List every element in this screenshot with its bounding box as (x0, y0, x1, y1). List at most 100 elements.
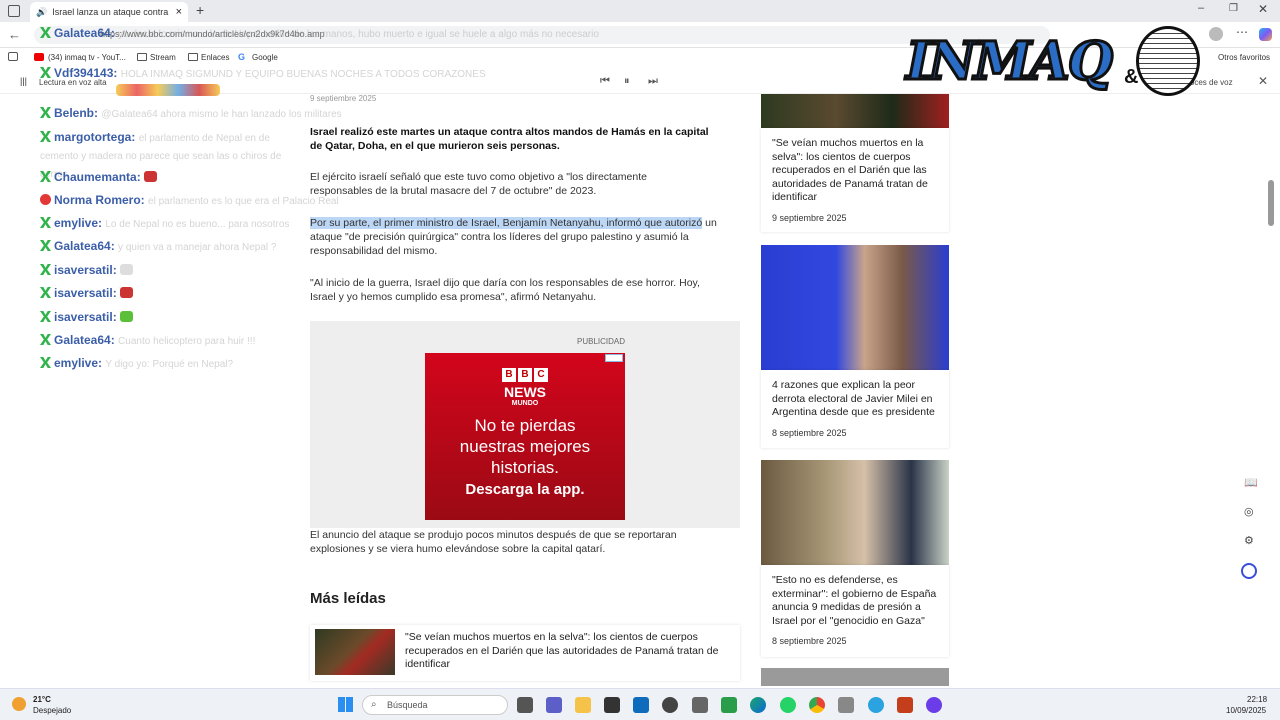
chat-message: isaversatil: (40, 263, 133, 277)
maximize-icon[interactable]: ❐ (1229, 3, 1238, 14)
chat-message: Belenb: @Galatea64 ahora mismo le han la… (40, 106, 342, 120)
close-tab-icon[interactable]: × (176, 6, 182, 18)
more-menu-icon[interactable]: ⋯ (1236, 25, 1248, 39)
app-icon[interactable] (926, 697, 942, 713)
windows-taskbar: 21°C Despejado ⌕ Búsqueda 22:18 10/09/20… (0, 688, 1280, 720)
chat-text: Lo de Nepal no es bueno... para nosotros (105, 219, 290, 230)
read-aloud-highlight: Por su parte, el primer ministro de Isra… (310, 217, 703, 229)
minimize-icon[interactable]: – (1198, 2, 1204, 14)
chat-text: el parlamento es lo que era el Palacio R… (148, 196, 339, 207)
reading-view-icon[interactable]: 📖 (1244, 476, 1258, 489)
weather-desc: Despejado (33, 706, 72, 715)
page-scrollbar[interactable] (1268, 180, 1274, 226)
app-icon[interactable] (838, 697, 854, 713)
chat-username: margotortega: (54, 130, 136, 144)
chat-message: Vdf394143: HOLA INMAQ SIGMUND Y EQUIPO B… (40, 66, 486, 80)
store-icon[interactable] (604, 697, 620, 713)
chat-emojis (116, 84, 220, 96)
bbc-logo: BBC (425, 364, 625, 382)
ad-cta: Descarga la app. (465, 481, 585, 498)
bookmark-enlaces[interactable]: Enlaces (201, 53, 229, 62)
outlook-icon[interactable] (633, 697, 649, 713)
emote-icon (143, 171, 157, 182)
edge-icon[interactable] (750, 697, 766, 713)
bookmark-google[interactable]: Google (252, 53, 278, 62)
teams-icon[interactable] (546, 697, 562, 713)
chat-message: Chaumemanta: (40, 170, 157, 184)
sidebar-card[interactable]: "Esto no es defenderse, es exterminar": … (761, 565, 949, 657)
pause-icon[interactable]: ⏸ (624, 75, 630, 88)
most-read-thumbnail (315, 629, 395, 675)
weather-temp[interactable]: 21°C (33, 695, 51, 704)
settings-icon[interactable]: ⚙ (1244, 534, 1254, 547)
bookmark-youtube[interactable]: (34) inmaq tv - YouT... (48, 53, 126, 62)
chat-username: emylive: (54, 356, 103, 370)
chat-message: Norma Romero: el parlamento es lo que er… (40, 193, 339, 207)
sidebar-image-sanchez[interactable] (761, 460, 949, 565)
window-menu-icon[interactable] (8, 5, 20, 17)
read-aloud-icon[interactable]: ||| (20, 76, 27, 86)
bookmark-other[interactable]: Otros favoritos (1218, 53, 1270, 62)
next-icon[interactable]: ⏭ (648, 75, 658, 88)
close-window-icon[interactable]: ✕ (1258, 2, 1268, 16)
browser-tab[interactable]: 🔊 Israel lanza un ataque contra × (30, 2, 188, 22)
bookmark-stream[interactable]: Stream (150, 53, 176, 62)
chat-text: yo decía lo mismo... lo de Nepal se fue … (118, 29, 599, 40)
sidebar-card-title: 4 razones que explican la peor derrota e… (772, 379, 935, 418)
app-icon[interactable] (692, 697, 708, 713)
powerpoint-icon[interactable] (897, 697, 913, 713)
chat-username: Belenb: (54, 106, 99, 120)
most-read-item[interactable]: "Se veían muchos muertos en la selva": l… (310, 625, 740, 681)
profile-avatar[interactable] (1209, 27, 1223, 41)
telegram-icon[interactable] (868, 697, 884, 713)
chat-message: emylive: Lo de Nepal no es bueno... para… (40, 216, 289, 230)
sidebar-card[interactable]: "Se veían muchos muertos en la selva": l… (761, 128, 949, 232)
ad-label: PUBLICIDAD (577, 337, 626, 346)
previous-icon[interactable]: ⏮ (600, 75, 610, 88)
sidebar-card-date: 8 septiembre 2025 (772, 636, 847, 646)
ad-news: NEWS (504, 384, 546, 400)
search-icon: ⌕ (371, 699, 377, 710)
back-icon[interactable]: ← (8, 27, 21, 42)
weather-icon[interactable] (12, 697, 26, 711)
sidebar-card[interactable]: 4 razones que explican la peor derrota e… (761, 370, 949, 448)
assistant-icon[interactable] (1241, 563, 1257, 579)
adchoices-icon[interactable] (605, 354, 623, 362)
sidebar-image-milei[interactable] (761, 245, 949, 370)
emote-icon (119, 264, 133, 275)
start-icon[interactable] (338, 697, 353, 712)
search-placeholder: Búsqueda (387, 700, 428, 710)
clock-time[interactable]: 22:18 (1247, 695, 1267, 704)
clock-date[interactable]: 10/09/2025 (1226, 706, 1266, 715)
most-read-heading: Más leídas (310, 590, 386, 607)
sidebar-image[interactable] (761, 668, 949, 686)
new-tab-icon[interactable]: + (196, 2, 204, 18)
camtasia-icon[interactable] (721, 697, 737, 713)
chat-message: Galatea64: Cuanto helicoptero para huir … (40, 333, 255, 347)
chrome-icon[interactable] (809, 697, 825, 713)
logo-emblem (1136, 26, 1200, 96)
sidebar-card-title: "Esto no es defenderse, es exterminar": … (772, 574, 937, 627)
ad-line: nuestras mejores (459, 437, 591, 456)
chat-text: Y digo yo: Porqué en Nepal? (105, 359, 234, 370)
chat-username: Vdf394143: (54, 66, 118, 80)
chat-message: isaversatil: (40, 310, 133, 324)
article-paragraph: El anuncio del ataque se produjo pocos m… (310, 529, 677, 555)
whatsapp-icon[interactable] (780, 697, 796, 713)
article-lead: Israel realizó este martes un ataque con… (310, 126, 709, 152)
file-explorer-icon[interactable] (575, 697, 591, 713)
article-paragraph: El ejército israelí señaló que este tuvo… (310, 171, 647, 197)
inmaq-logo: INMAQ & (898, 26, 1208, 100)
copilot-icon[interactable] (1259, 28, 1272, 41)
chat-username: Galatea64: (54, 333, 115, 347)
bbc-ad-banner[interactable]: BBC NEWS MUNDO No te pierdas nuestras me… (425, 353, 625, 520)
chat-text: HOLA INMAQ SIGMUND Y EQUIPO BUENAS NOCHE… (120, 69, 486, 80)
search-field[interactable]: ⌕ Búsqueda (362, 695, 508, 715)
close-reader-icon[interactable]: ✕ (1258, 74, 1268, 88)
capture-icon[interactable] (662, 697, 678, 713)
ad-line: No te pierdas (474, 416, 576, 435)
sidebar-toggle-icon[interactable] (8, 52, 18, 61)
task-view-icon[interactable] (517, 697, 533, 713)
audio-icon: 🔊 (36, 6, 48, 17)
immersive-icon[interactable]: ◎ (1244, 505, 1254, 518)
